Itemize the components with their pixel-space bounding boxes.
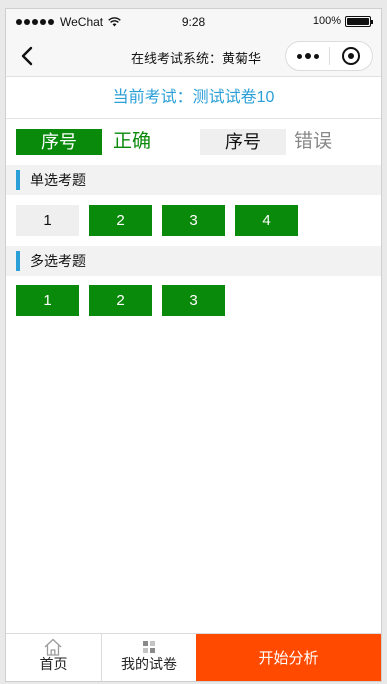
- single-choice-grid: 1 2 3 4: [16, 205, 298, 237]
- close-mini-program-button[interactable]: [330, 42, 372, 70]
- correct-legend-label: 正确: [113, 131, 152, 152]
- mini-program-capsule: [285, 41, 373, 71]
- target-circle-icon: [341, 47, 360, 65]
- wrong-legend-swatch: 序号: [200, 129, 286, 155]
- correct-legend-swatch: 序号: [16, 129, 102, 155]
- question-button[interactable]: 1: [16, 205, 79, 236]
- section-header-single-choice: 单选考题: [6, 165, 381, 195]
- section-header-multiple-choice: 多选考题: [6, 246, 381, 276]
- multiple-choice-grid: 1 2 3: [16, 285, 225, 317]
- tab-home[interactable]: 首页: [6, 634, 101, 681]
- more-options-button[interactable]: [286, 42, 329, 70]
- back-button[interactable]: [16, 43, 42, 69]
- result-legend: 序号 正确 序号 错误: [6, 119, 381, 165]
- wrong-legend-label: 错误: [294, 131, 333, 152]
- page-title: 在线考试系统：黄菊华: [130, 51, 261, 66]
- tab-my-papers[interactable]: 我的试卷: [101, 634, 196, 681]
- more-dot-icon: [304, 53, 311, 59]
- status-bar: WeChat 9:28 100%: [6, 9, 381, 35]
- chevron-left-icon: [21, 46, 33, 66]
- more-dot-icon: [313, 53, 319, 59]
- question-button[interactable]: 3: [162, 285, 225, 316]
- question-button[interactable]: 1: [16, 285, 79, 316]
- more-dot-icon: [296, 53, 302, 59]
- section-accent-bar: [16, 251, 20, 271]
- question-button[interactable]: 3: [162, 205, 225, 236]
- phone-frame: WeChat 9:28 100% 在线考试系统：黄菊华 当前考试：测试试卷10 …: [5, 8, 382, 682]
- question-button[interactable]: 4: [235, 205, 298, 236]
- nav-bar: 在线考试系统：黄菊华: [6, 35, 381, 77]
- tab-my-papers-label: 我的试卷: [121, 656, 177, 672]
- question-button[interactable]: 2: [89, 205, 152, 236]
- battery-percent: 100%: [312, 15, 341, 27]
- question-button[interactable]: 2: [89, 285, 152, 316]
- start-analysis-button[interactable]: 开始分析: [196, 634, 381, 681]
- section-accent-bar: [16, 170, 20, 190]
- grid-icon: [143, 641, 155, 653]
- section-title: 多选考题: [30, 253, 86, 269]
- current-exam-title: 当前考试：测试试卷10: [6, 77, 381, 119]
- section-title: 单选考题: [30, 172, 86, 188]
- battery-fill: [347, 17, 369, 25]
- bottom-tab-bar: 首页 我的试卷 开始分析: [6, 633, 381, 681]
- battery-status: 100%: [312, 15, 373, 27]
- battery-icon: [345, 15, 373, 27]
- tab-home-label: 首页: [39, 656, 68, 672]
